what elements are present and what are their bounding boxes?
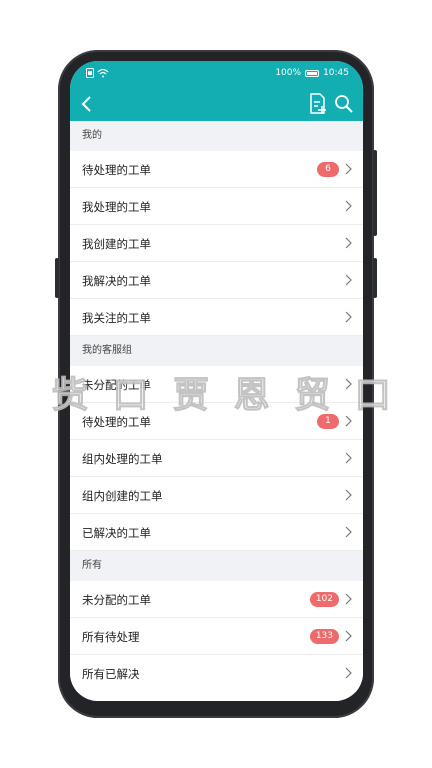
chevron-right-icon <box>345 667 352 679</box>
list-item[interactable]: 未分配的工单 102 <box>70 581 363 618</box>
list-item-label: 组内处理的工单 <box>82 452 163 466</box>
section-header-all: 所有 <box>70 551 363 581</box>
phone-side-button <box>373 258 377 298</box>
phone-power-button <box>373 150 377 236</box>
list-item[interactable]: 我关注的工单 <box>70 299 363 336</box>
battery-icon <box>305 69 320 77</box>
add-ticket-icon[interactable] <box>307 92 329 116</box>
chevron-right-icon <box>345 526 352 538</box>
list-item-label: 所有待处理 <box>82 630 140 644</box>
section-header-my-group: 我的客服组 <box>70 336 363 366</box>
back-icon[interactable] <box>76 93 98 115</box>
bottom-edge <box>70 687 363 701</box>
section-header-mine: 我的 <box>70 121 363 151</box>
search-icon[interactable] <box>333 93 355 115</box>
chevron-right-icon <box>345 311 352 323</box>
wifi-icon <box>97 68 109 78</box>
list-item[interactable]: 组内处理的工单 <box>70 440 363 477</box>
chevron-right-icon <box>345 593 352 605</box>
count-badge: 102 <box>309 592 339 607</box>
chevron-right-icon <box>345 200 352 212</box>
chevron-right-icon <box>345 237 352 249</box>
status-icons-right: 100% 10:45 <box>275 68 349 78</box>
clock: 10:45 <box>323 68 349 78</box>
overlay-watermark-text: 赀 口 贾 恩 贸 口 <box>52 375 397 417</box>
list-item[interactable]: 我解决的工单 <box>70 262 363 299</box>
count-badge: 133 <box>309 629 339 644</box>
list-item-label: 我关注的工单 <box>82 311 151 325</box>
chevron-right-icon <box>345 274 352 286</box>
count-badge: 6 <box>317 162 339 177</box>
list-item-label: 我解决的工单 <box>82 274 151 288</box>
sim-icon <box>86 68 94 78</box>
list-item[interactable]: 已解决的工单 <box>70 514 363 551</box>
chevron-right-icon <box>345 163 352 175</box>
list-item-label: 组内创建的工单 <box>82 489 163 503</box>
top-navbar <box>70 87 363 121</box>
list-item-label: 待处理的工单 <box>82 163 151 177</box>
list-item-label: 所有已解决 <box>82 667 140 681</box>
battery-percent: 100% <box>275 68 302 78</box>
list-item-label: 未分配的工单 <box>82 593 151 607</box>
list-item-label: 我处理的工单 <box>82 200 151 214</box>
phone-volume-button <box>55 258 59 298</box>
list-item[interactable]: 所有待处理 133 <box>70 618 363 655</box>
status-icons-left <box>86 68 109 78</box>
list-item[interactable]: 组内创建的工单 <box>70 477 363 514</box>
status-bar: 100% 10:45 <box>70 61 363 87</box>
chevron-right-icon <box>345 630 352 642</box>
chevron-right-icon <box>345 489 352 501</box>
chevron-right-icon <box>345 452 352 464</box>
list-item[interactable]: 我处理的工单 <box>70 188 363 225</box>
list-item-label: 我创建的工单 <box>82 237 151 251</box>
list-item-label: 已解决的工单 <box>82 526 151 540</box>
list-item[interactable]: 我创建的工单 <box>70 225 363 262</box>
list-item[interactable]: 待处理的工单 6 <box>70 151 363 188</box>
